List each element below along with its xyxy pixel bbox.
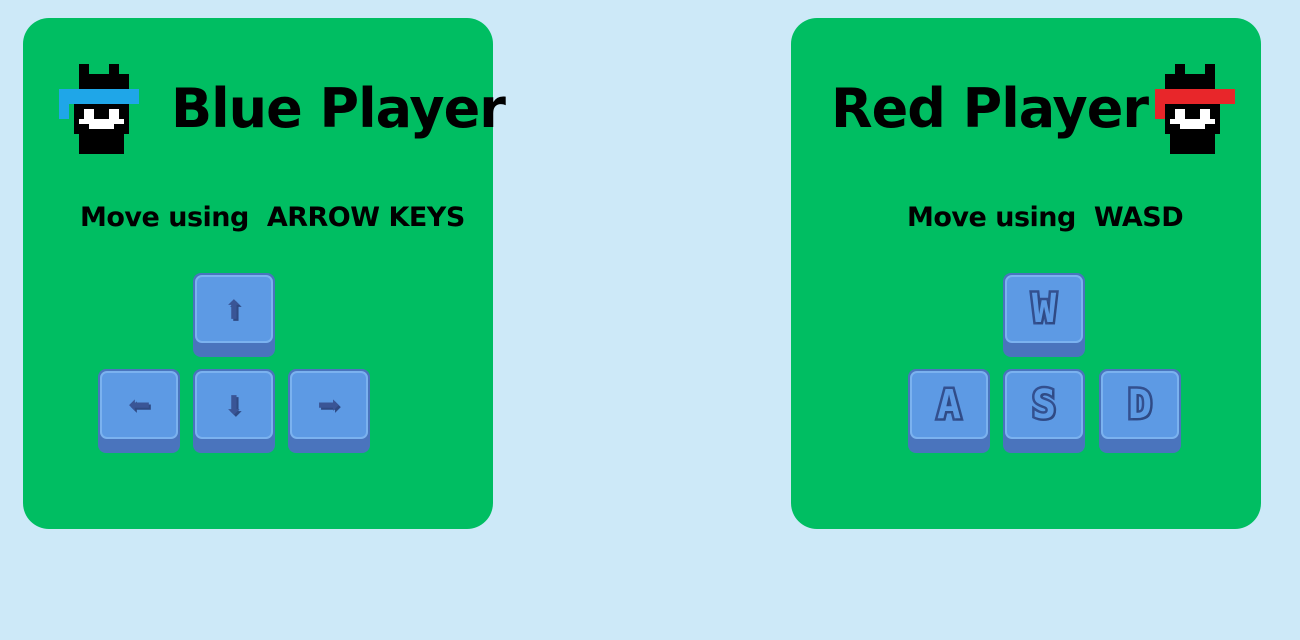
w-key: W	[1003, 273, 1085, 357]
w-key-label: W	[1029, 284, 1058, 335]
right-arrow-key: ➡	[288, 369, 370, 453]
blue-player-card: Blue Player Move using ARROW KEYS ⬆ ⬅ ⬇ ➡	[23, 18, 506, 529]
instruction-prefix: Move using	[80, 202, 249, 233]
red-player-card: Red Player Move using WASD W A S D	[791, 18, 1261, 529]
d-key: D	[1099, 369, 1181, 453]
instruction-keys: ARROW KEYS	[266, 202, 465, 233]
s-key: S	[1003, 369, 1085, 453]
instruction-prefix: Move using	[907, 202, 1076, 233]
a-key-label: A	[934, 380, 963, 431]
red-player-instruction: Move using WASD	[907, 202, 1184, 233]
left-arrow-key: ⬅	[98, 369, 180, 453]
down-arrow-key: ⬇	[193, 369, 275, 453]
blue-ninja-avatar-icon	[59, 64, 139, 154]
d-key-label: D	[1125, 380, 1154, 431]
red-player-title: Red Player	[831, 77, 1149, 140]
red-ninja-avatar-icon	[1155, 64, 1235, 154]
arrow-left-icon: ⬅	[127, 383, 151, 427]
instruction-keys: WASD	[1093, 202, 1184, 233]
up-arrow-key: ⬆	[193, 273, 275, 357]
arrow-up-icon: ⬆	[222, 287, 246, 331]
arrow-right-icon: ➡	[317, 383, 341, 427]
arrow-down-icon: ⬇	[222, 383, 246, 427]
a-key: A	[908, 369, 990, 453]
s-key-label: S	[1029, 380, 1058, 431]
blue-player-instruction: Move using ARROW KEYS	[80, 202, 465, 233]
blue-player-title: Blue Player	[171, 77, 506, 140]
